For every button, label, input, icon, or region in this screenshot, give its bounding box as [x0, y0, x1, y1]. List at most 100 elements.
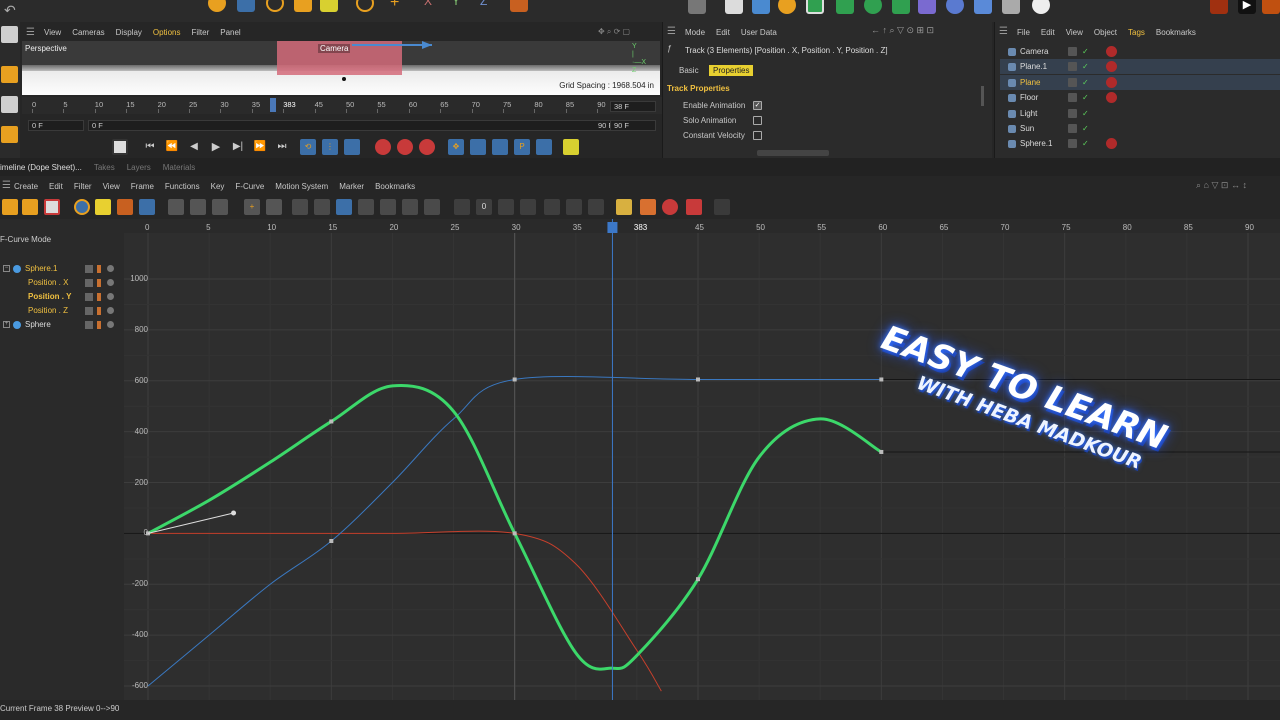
- render-settings-icon[interactable]: [688, 0, 706, 14]
- prop-constant-velocity[interactable]: Constant Velocity: [683, 131, 883, 140]
- light-icon[interactable]: [1032, 0, 1050, 14]
- loop-icon[interactable]: ⟲: [300, 139, 316, 155]
- enabled-check-icon[interactable]: ✓: [1082, 59, 1089, 74]
- auto-mode-icon[interactable]: [117, 199, 133, 215]
- checkbox-icon[interactable]: [753, 131, 762, 140]
- material-tag-icon[interactable]: [1106, 138, 1117, 150]
- timeline-menu-functions[interactable]: Functions: [165, 182, 200, 191]
- expand-icon[interactable]: −: [3, 265, 10, 272]
- attributes-hamburger-icon[interactable]: ☰: [667, 26, 676, 37]
- fcurve-mode-icon[interactable]: [22, 199, 38, 215]
- show-selected-icon[interactable]: [95, 199, 111, 215]
- objects-menu-tags[interactable]: Tags: [1128, 28, 1145, 37]
- expand-icon[interactable]: [714, 199, 730, 215]
- next-frame-icon[interactable]: ▶|: [230, 139, 246, 155]
- visibility-toggle-icon[interactable]: [1068, 108, 1077, 118]
- track-row-1[interactable]: Position . X: [0, 276, 124, 290]
- attributes-nav-icons[interactable]: ← ↑ ⌕ ▽ ⊙ ⊞ ⊡: [871, 25, 934, 36]
- enabled-check-icon[interactable]: ✓: [1082, 106, 1089, 121]
- coordinate-system-icon[interactable]: [510, 0, 528, 12]
- model-mode-icon[interactable]: [1, 26, 18, 43]
- timeline-tab-3[interactable]: Materials: [163, 163, 195, 172]
- objects-menu-edit[interactable]: Edit: [1041, 28, 1055, 37]
- viewport-menu-cameras[interactable]: Cameras: [72, 28, 104, 37]
- go-to-end-icon[interactable]: ⏭: [274, 139, 290, 155]
- deformer-icon[interactable]: [918, 0, 936, 14]
- motion-mode-icon[interactable]: [44, 199, 60, 215]
- objects-menu-view[interactable]: View: [1066, 28, 1083, 37]
- expand-icon[interactable]: +: [3, 321, 10, 328]
- frame-range-slider[interactable]: 0 F 90 F: [88, 120, 618, 131]
- checkbox-checked-icon[interactable]: ✓: [753, 101, 762, 110]
- cube-icon[interactable]: [725, 0, 743, 14]
- timeline-hamburger-icon[interactable]: ☰: [2, 180, 11, 191]
- tab-properties[interactable]: Properties: [709, 65, 754, 76]
- fcurve-display-icon[interactable]: [212, 199, 228, 215]
- frame-all-icon[interactable]: [168, 199, 184, 215]
- material-tag-icon[interactable]: [1106, 46, 1117, 57]
- enabled-check-icon[interactable]: ✓: [1082, 75, 1089, 90]
- sound-icon[interactable]: [344, 139, 360, 155]
- scale-tool-icon[interactable]: [294, 0, 312, 12]
- go-to-start-icon[interactable]: ⏮: [142, 139, 158, 155]
- prop-solo-animation[interactable]: Solo Animation: [683, 116, 883, 125]
- link-view-icon[interactable]: [74, 199, 90, 215]
- track-solo-icon[interactable]: [107, 293, 114, 300]
- timeline-menu-key[interactable]: Key: [211, 182, 225, 191]
- frame-max-field[interactable]: 90 F: [610, 120, 656, 131]
- timeline-menu-motion-system[interactable]: Motion System: [275, 182, 328, 191]
- mograph-icon[interactable]: [892, 0, 910, 14]
- track-lock-icon[interactable]: [85, 279, 93, 287]
- render-icon[interactable]: ▶: [1238, 0, 1256, 14]
- tags-icon[interactable]: [139, 199, 155, 215]
- material-tag-icon[interactable]: [1106, 76, 1117, 88]
- visibility-toggle-icon[interactable]: [1068, 77, 1077, 87]
- cube-primitive-icon[interactable]: [752, 0, 770, 14]
- zero-angle-icon[interactable]: [454, 199, 470, 215]
- zero-length-icon[interactable]: 0: [476, 199, 492, 215]
- key-mode-icon[interactable]: [2, 199, 18, 215]
- frame-selected-icon[interactable]: [190, 199, 206, 215]
- keyframe-selection-icon[interactable]: [419, 139, 435, 155]
- timeline-menu-f-curve[interactable]: F-Curve: [235, 182, 264, 191]
- keyframe-point[interactable]: [879, 449, 884, 454]
- object-row-camera[interactable]: Camera ✓: [1000, 44, 1280, 59]
- track-lock-icon[interactable]: [85, 293, 93, 301]
- timeline-menu-filter[interactable]: Filter: [74, 182, 92, 191]
- clamp-icon[interactable]: [588, 199, 604, 215]
- object-row-sphere-1[interactable]: Sphere.1 ✓: [1000, 136, 1280, 151]
- visibility-toggle-icon[interactable]: [1068, 47, 1077, 56]
- move-tool-icon[interactable]: [237, 0, 255, 12]
- z-axis-icon[interactable]: Z: [480, 0, 498, 12]
- keyframe-point[interactable]: [696, 577, 700, 582]
- viewport-menu-display[interactable]: Display: [116, 28, 142, 37]
- interp-linear-icon[interactable]: [292, 199, 308, 215]
- subdivision-icon[interactable]: [806, 0, 824, 14]
- object-row-plane[interactable]: Plane ✓: [1000, 74, 1280, 90]
- track-solo-icon[interactable]: [107, 279, 114, 286]
- render-queue-icon[interactable]: [1262, 0, 1280, 14]
- position-key-icon[interactable]: ✥: [448, 139, 464, 155]
- objects-hamburger-icon[interactable]: ☰: [999, 26, 1008, 37]
- hamburger-icon[interactable]: ☰: [26, 27, 35, 38]
- interp-step-icon[interactable]: [314, 199, 330, 215]
- checkbox-icon[interactable]: [753, 116, 762, 125]
- timeline-tab-2[interactable]: Layers: [127, 163, 151, 172]
- lock-value-icon[interactable]: [520, 199, 536, 215]
- cloner-icon[interactable]: [864, 0, 882, 14]
- recent-tools-icon[interactable]: [356, 0, 374, 12]
- extrude-icon[interactable]: [836, 0, 854, 14]
- material-tag-icon[interactable]: [1106, 61, 1117, 73]
- playhead-handle[interactable]: [607, 222, 618, 233]
- current-frame-field[interactable]: 38 F: [610, 101, 656, 112]
- render-view-icon[interactable]: [1210, 0, 1228, 14]
- keyframe-point[interactable]: [512, 531, 517, 536]
- record-key-icon[interactable]: [662, 199, 678, 215]
- ease-ease-icon[interactable]: [402, 199, 418, 215]
- timeline-menu-view[interactable]: View: [103, 182, 120, 191]
- scale-key-icon[interactable]: [492, 139, 508, 155]
- tangent-icon[interactable]: [424, 199, 440, 215]
- tab-basic[interactable]: Basic: [675, 65, 703, 76]
- next-key-icon[interactable]: ⏩: [252, 139, 268, 155]
- viewport-menu-options[interactable]: Options: [153, 28, 181, 37]
